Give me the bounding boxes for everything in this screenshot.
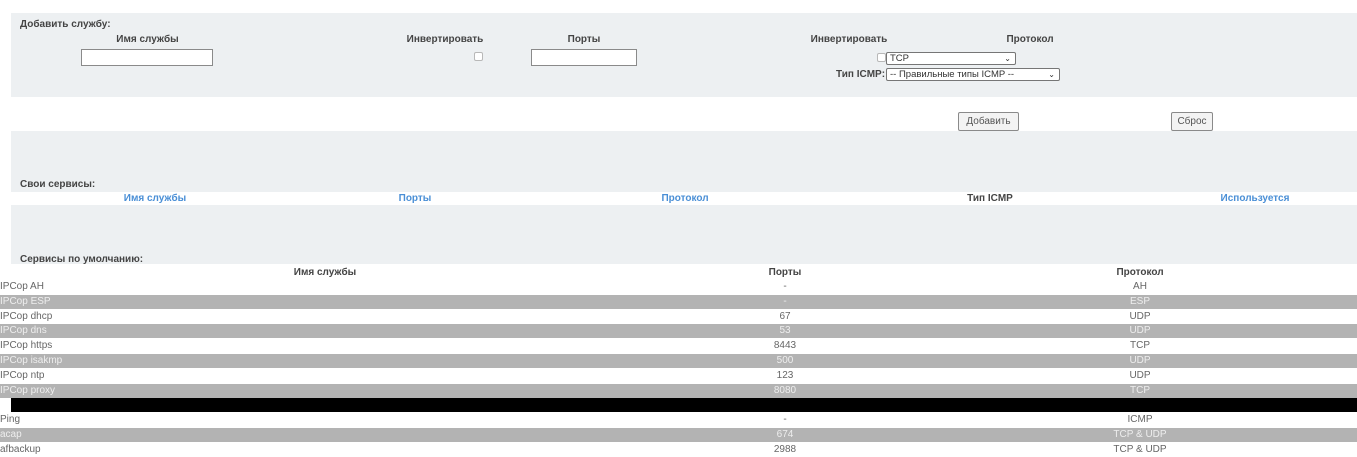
service-protocol-cell: TCP — [1130, 384, 1150, 396]
custom-services-title: Свои сервисы: — [20, 179, 96, 190]
service-protocol-cell: TCP & UDP — [1113, 429, 1167, 440]
col-service-name: Имя службы — [116, 34, 179, 45]
custom-col-ports[interactable]: Порты — [380, 193, 450, 204]
service-protocol-cell: AH — [1133, 281, 1147, 292]
service-protocol-cell: UDP — [1129, 355, 1151, 366]
custom-services-panel — [11, 171, 1357, 192]
service-protocol-cell: UDP — [1129, 325, 1151, 337]
col-protocol: Протокол — [1006, 34, 1054, 45]
custom-col-name[interactable]: Имя службы — [90, 193, 220, 204]
table-row: acap 674 TCP & UDP — [0, 428, 1357, 442]
table-row: Ping - ICMP — [0, 413, 1357, 428]
default-col-protocol: Протокол — [1116, 267, 1164, 278]
service-protocol-cell: ESP — [1129, 295, 1150, 307]
table-row: IPCop dns 53 UDP — [0, 324, 1357, 339]
default-col-ports: Порты — [768, 267, 802, 278]
ports-input[interactable] — [531, 49, 637, 66]
default-services-title: Сервисы по умолчанию: — [20, 254, 144, 265]
table-row: IPCop ESP - ESP — [0, 294, 1357, 309]
table-row: IPCop ntp 123 UDP — [0, 368, 1357, 383]
chevron-down-icon: ⌄ — [1004, 54, 1011, 63]
table-row: IPCop dhcp 67 UDP — [0, 309, 1357, 324]
table-row: IPCop AH - AH — [0, 280, 1357, 294]
chevron-down-icon: ⌄ — [1048, 70, 1055, 79]
custom-col-icmp: Тип ICMP — [967, 193, 1013, 204]
invert-protocol-checkbox[interactable] — [877, 53, 886, 62]
col-invert-ports: Инвертировать — [406, 34, 484, 45]
table-row: IPCop isakmp 500 UDP — [0, 354, 1357, 368]
redacted-row — [11, 398, 1357, 413]
default-col-name: Имя службы — [293, 267, 357, 278]
icmp-type-select-value: -- Правильные типы ICMP -- — [890, 69, 1015, 80]
service-protocol-cell: TCP & UDP — [1113, 443, 1167, 455]
custom-col-protocol[interactable]: Протокол — [645, 193, 725, 204]
icmp-type-select[interactable]: -- Правильные типы ICMP -- ⌄ — [886, 68, 1060, 81]
add-button[interactable]: Добавить — [958, 112, 1019, 131]
custom-services-spacer — [11, 205, 1357, 264]
add-service-title: Добавить службу: — [20, 19, 111, 30]
table-row: afbackup 2988 TCP & UDP — [0, 442, 1357, 457]
invert-ports-checkbox[interactable] — [474, 52, 483, 61]
icmp-type-label: Тип ICMP: — [836, 69, 886, 80]
table-row: IPCop proxy 8080 TCP — [0, 383, 1357, 398]
col-invert-protocol: Инвертировать — [810, 34, 888, 45]
button-row-background — [11, 131, 1357, 171]
protocol-select[interactable]: TCP ⌄ — [886, 52, 1016, 65]
service-protocol-cell: UDP — [1129, 310, 1151, 322]
service-protocol-cell: TCP — [1130, 340, 1150, 352]
custom-col-used[interactable]: Используется — [1200, 193, 1310, 204]
protocol-select-value: TCP — [890, 53, 909, 64]
service-protocol-cell: UDP — [1129, 369, 1151, 381]
col-ports: Порты — [567, 34, 601, 45]
service-protocol-cell: ICMP — [1127, 414, 1153, 426]
reset-button[interactable]: Сброс — [1171, 112, 1213, 131]
service-name-input[interactable] — [81, 49, 213, 66]
table-row: IPCop https 8443 TCP — [0, 339, 1357, 354]
